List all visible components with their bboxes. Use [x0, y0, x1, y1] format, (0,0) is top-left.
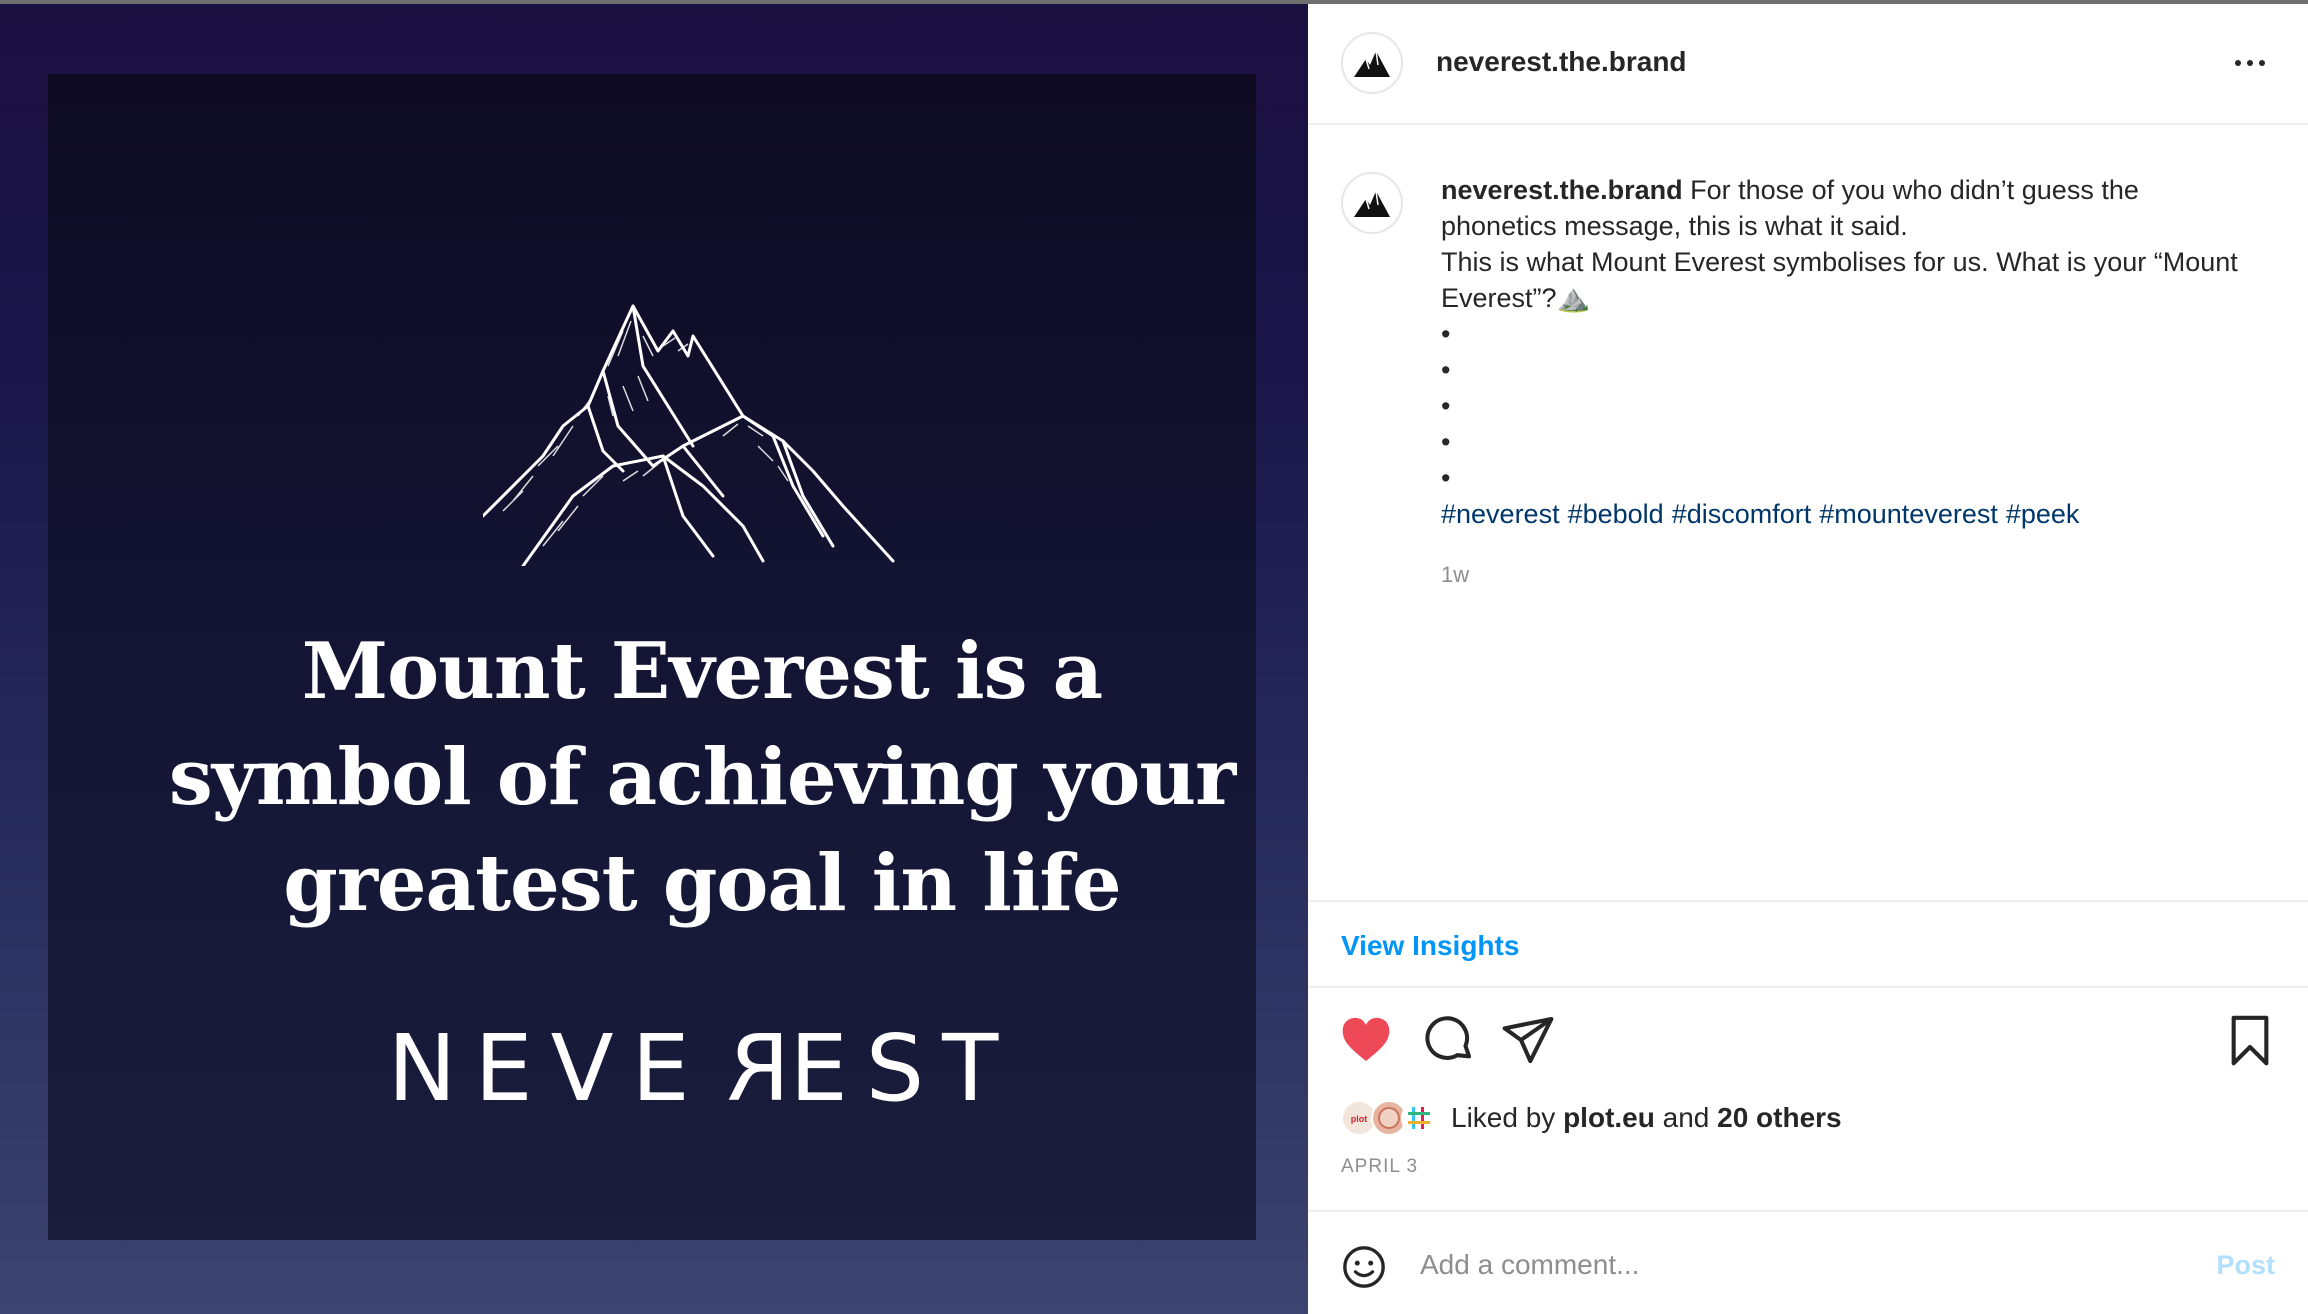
likes-joiner: and — [1662, 1102, 1710, 1133]
more-icon[interactable] — [2230, 48, 2270, 78]
hashtag-link[interactable]: #peek — [2006, 499, 2080, 529]
post-headline: Mount Everest is a symbol of achieving y… — [168, 626, 1236, 929]
brand-mountain-icon — [1354, 50, 1390, 77]
media-pane: Mount Everest is a symbol of achieving y… — [0, 0, 1308, 1314]
view-insights-link[interactable]: View Insights — [1341, 930, 1519, 962]
hashtag-list: #neverest #bebold #discomfort #mounteverest… — [1441, 496, 2261, 532]
liker-avatars[interactable]: plot — [1341, 1096, 1447, 1140]
hashtag-link[interactable]: #neverest — [1441, 499, 1560, 529]
svg-text:plot: plot — [1351, 1114, 1368, 1124]
emoji-icon[interactable] — [1341, 1244, 1387, 1290]
insights-bar: View Insights — [1308, 900, 2308, 988]
caption-text-line2: This is what Mount Everest symbolises fo… — [1441, 247, 2238, 313]
caption-bullet: • — [1441, 427, 1451, 457]
post-comment-button[interactable]: Post — [2216, 1250, 2275, 1281]
caption-bullet: • — [1441, 319, 1451, 349]
likes-prefix: Liked by — [1451, 1102, 1556, 1133]
heart-icon[interactable] — [1338, 1012, 1394, 1068]
hashtag-link[interactable]: #discomfort — [1672, 499, 1812, 529]
post-header: neverest.the.brand — [1308, 4, 2308, 125]
liker-username[interactable]: plot.eu — [1563, 1102, 1655, 1133]
header-username[interactable]: neverest.the.brand — [1436, 46, 1687, 78]
likes-text: Liked by plot.eu and 20 others — [1451, 1102, 1842, 1134]
post-caption: neverest.the.brand For those of you who … — [1441, 172, 2261, 532]
avatar[interactable] — [1341, 32, 1403, 94]
mountain-illustration — [483, 304, 895, 566]
liker-avatar — [1401, 1100, 1437, 1136]
caption-bullet: • — [1441, 463, 1451, 493]
action-bar — [1308, 1012, 2308, 1072]
brand-wordmark: NEVEREST — [48, 1015, 1308, 1122]
instagram-post-view: Mount Everest is a symbol of achieving y… — [0, 0, 2308, 1314]
post-date[interactable]: APRIL 3 — [1341, 1156, 1418, 1178]
window-top-border — [0, 0, 2308, 4]
comment-input[interactable] — [1418, 1240, 2178, 1290]
likes-others-link[interactable]: 20 others — [1717, 1102, 1842, 1133]
post-image[interactable]: Mount Everest is a symbol of achieving y… — [48, 74, 1256, 1240]
brand-mountain-icon — [1354, 190, 1390, 217]
wordmark-reversed-letter: R — [707, 1015, 790, 1122]
share-icon[interactable] — [1500, 1012, 1556, 1068]
caption-time-ago[interactable]: 1w — [1441, 562, 1469, 588]
post-details-panel: neverest.the.brand neverest.the.brand Fo… — [1308, 0, 2308, 1314]
wordmark-part: EST — [789, 1015, 1017, 1122]
comment-bar: Post — [1308, 1210, 2308, 1314]
caption-avatar[interactable] — [1341, 172, 1403, 234]
wordmark-part: NEVE — [387, 1015, 708, 1122]
comment-icon[interactable] — [1420, 1012, 1476, 1068]
caption-bullet: • — [1441, 355, 1451, 385]
bookmark-icon[interactable] — [2222, 1012, 2278, 1068]
hashtag-link[interactable]: #mounteverest — [1819, 499, 1998, 529]
caption-bullet: • — [1441, 391, 1451, 421]
likes-summary: plot Liked by plot.eu and 20 others — [1341, 1096, 1842, 1140]
hashtag-link[interactable]: #bebold — [1568, 499, 1664, 529]
caption-username[interactable]: neverest.the.brand — [1441, 175, 1683, 205]
